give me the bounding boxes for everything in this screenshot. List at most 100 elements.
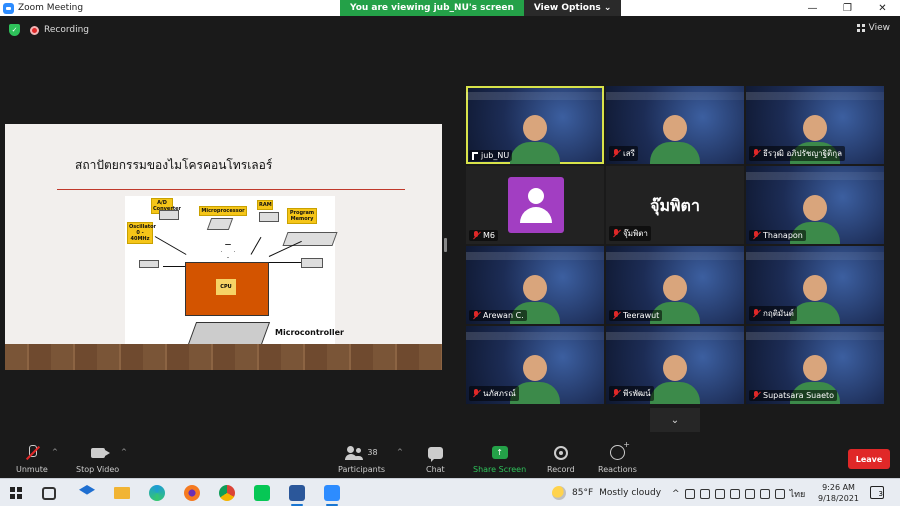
participant-tile[interactable]: จุ๊มพิตา จุ๊มพิตา: [606, 166, 744, 244]
zoom-window: Zoom Meeting — ❐ ✕ You are viewing jub_N…: [0, 0, 900, 506]
wifi-icon[interactable]: [759, 489, 770, 499]
taskbar-clock[interactable]: 9:26 AM 9/18/2021: [818, 482, 859, 504]
muted-mic-icon: [612, 311, 620, 320]
volume-icon[interactable]: [774, 489, 785, 499]
muted-mic-icon: [472, 231, 480, 240]
participants-icon: [345, 445, 363, 460]
participant-name: กฤติมันต์: [763, 309, 794, 318]
unmute-button[interactable]: Unmute: [16, 444, 48, 474]
chat-button[interactable]: Chat: [426, 444, 445, 474]
maximize-button[interactable]: ❐: [830, 0, 865, 16]
participant-video: [650, 115, 700, 164]
stop-video-label: Stop Video: [76, 465, 120, 474]
participant-tile[interactable]: Thanapon: [746, 166, 884, 244]
word-icon[interactable]: [289, 485, 305, 501]
view-button[interactable]: View: [856, 23, 890, 33]
firefox-icon[interactable]: [184, 485, 200, 501]
participant-gallery: jub_NU เสรี ธีรวุฒิ อภิปรัชญาฐิติกุล M6 จุ๊ม…: [466, 86, 884, 408]
participant-name-tag: jub_NU: [469, 150, 513, 161]
line-icon[interactable]: [254, 485, 270, 501]
virtual-background-banner: [606, 332, 744, 340]
zoom-taskbar-icon[interactable]: [324, 485, 340, 501]
meeting-status-row: ✓ Recording View: [0, 20, 900, 40]
gallery-scroll-down-button[interactable]: ⌄: [650, 408, 700, 432]
microprocessor-label: Microprocessor: [199, 206, 247, 216]
muted-mic-icon: [752, 231, 760, 240]
participant-name: จุ๊มพิตา: [623, 229, 648, 238]
participants-count: 38: [367, 448, 378, 457]
muted-mic-icon: [752, 391, 760, 400]
windows-start-icon[interactable]: [10, 487, 22, 499]
notification-center-icon[interactable]: 3: [870, 486, 884, 499]
mic-tray-icon[interactable]: [714, 489, 725, 499]
participant-name-tag: เสรี: [609, 146, 638, 161]
reactions-button[interactable]: Reactions: [598, 440, 637, 474]
cloud-icon[interactable]: [684, 489, 695, 499]
participant-tile[interactable]: Teerawut: [606, 246, 744, 324]
stop-video-button[interactable]: Stop Video: [76, 444, 119, 474]
edge-icon[interactable]: [149, 485, 165, 501]
participant-name-tag: ธีรวุฒิ อภิปรัชญาฐิติกุล: [749, 146, 845, 161]
participant-name-tag: นภัสภรณ์: [469, 386, 519, 401]
default-avatar-icon: [508, 177, 564, 233]
task-view-icon[interactable]: [42, 487, 56, 500]
share-screen-label: Share Screen: [473, 465, 527, 474]
unmute-label: Unmute: [16, 465, 48, 474]
partly-cloudy-icon: [552, 486, 566, 500]
recording-indicator[interactable]: Recording: [30, 25, 89, 35]
chevron-up-icon[interactable]: ^: [672, 489, 680, 499]
down-arrow-icon: [221, 244, 235, 258]
weather-widget[interactable]: 85°F Mostly cloudy: [552, 486, 661, 500]
participant-tile[interactable]: นภัสภรณ์: [466, 326, 604, 404]
ad-converter-chip: [159, 210, 179, 220]
record-button[interactable]: Record: [547, 444, 575, 474]
audio-options-caret[interactable]: ^: [52, 448, 58, 456]
virtual-background-banner: [746, 332, 884, 340]
dropbox-icon[interactable]: [79, 485, 95, 495]
split-view-handle[interactable]: [444, 238, 447, 252]
participant-tile[interactable]: M6: [466, 166, 604, 244]
weather-temperature: 85°F: [572, 488, 594, 498]
participant-name: Thanapon: [763, 231, 803, 240]
participants-button[interactable]: 38 Participants: [338, 444, 385, 474]
participant-tile[interactable]: Arewan C.: [466, 246, 604, 324]
peripheral-chip: [301, 258, 323, 268]
participants-options-caret[interactable]: ^: [397, 448, 403, 456]
participant-name: นภัสภรณ์: [483, 389, 516, 398]
leave-button[interactable]: Leave: [848, 449, 890, 469]
participant-tile[interactable]: กฤติมันต์: [746, 246, 884, 324]
participant-tile[interactable]: Supatsara Suaeto: [746, 326, 884, 404]
shield-icon[interactable]: ✓: [9, 24, 20, 36]
file-explorer-icon[interactable]: [114, 487, 130, 499]
video-options-caret[interactable]: ^: [121, 448, 127, 456]
muted-mic-icon: [612, 229, 620, 238]
view-options-button[interactable]: View Options ⌄: [523, 0, 622, 16]
slide-floor: [5, 344, 442, 370]
device-icon[interactable]: [699, 489, 710, 499]
smiley-icon: [609, 440, 630, 460]
cpu-board: CPU: [185, 262, 269, 316]
participant-tile[interactable]: พีรพัฒน์: [606, 326, 744, 404]
input-language[interactable]: ไทย: [790, 487, 806, 501]
program-memory-label: Program Memory: [287, 208, 317, 224]
participant-tile[interactable]: เสรี: [606, 86, 744, 164]
view-label: View: [868, 23, 890, 33]
participant-tile[interactable]: ธีรวุฒิ อภิปรัชญาฐิติกุล: [746, 86, 884, 164]
minimize-button[interactable]: —: [795, 0, 830, 16]
cpu-core: CPU: [216, 279, 236, 295]
participant-display-name: จุ๊มพิตา: [650, 196, 700, 215]
participant-tile[interactable]: jub_NU: [466, 86, 604, 164]
chrome-icon[interactable]: [219, 485, 235, 501]
close-button[interactable]: ✕: [865, 0, 900, 16]
virtual-background-banner: [746, 92, 884, 100]
arrow-line: [163, 266, 185, 267]
muted-mic-icon: [25, 445, 39, 460]
oscillator-label: Oscillator 0 - 40MHz: [127, 222, 156, 244]
participant-name: Arewan C.: [483, 311, 524, 320]
battery-icon[interactable]: [729, 489, 740, 499]
share-screen-button[interactable]: ↑ Share Screen: [473, 444, 526, 474]
weather-description: Mostly cloudy: [599, 488, 662, 498]
pin-icon: [472, 151, 478, 160]
settings-tray-icon[interactable]: [744, 489, 755, 499]
participant-name: Teerawut: [623, 311, 660, 320]
